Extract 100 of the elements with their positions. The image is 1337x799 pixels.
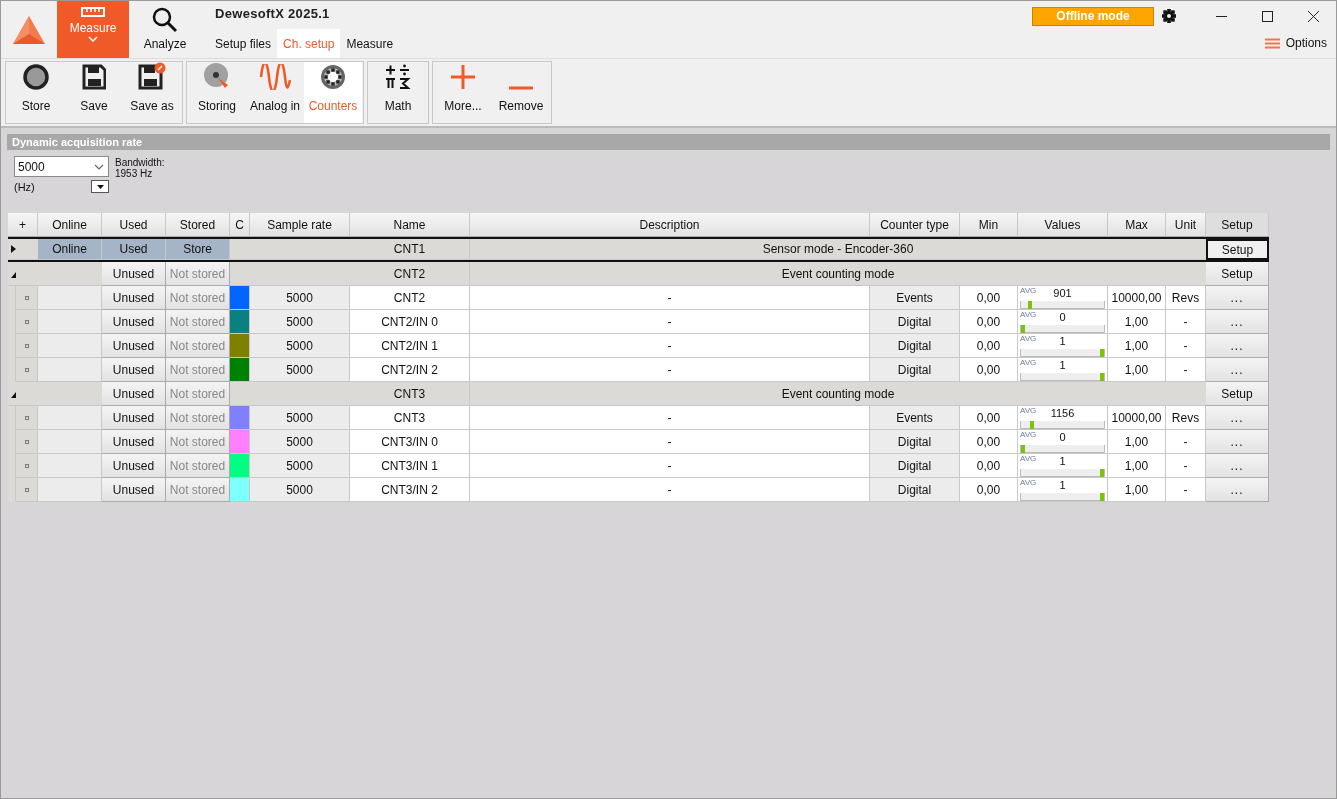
min-value: 0,00 [960,310,1018,334]
sample-rate-cell: 5000 [250,310,350,334]
group-row[interactable]: Online Used Store CNT1 Sensor mode - Encoder-360 Setup [8,237,1269,262]
color-swatch[interactable] [230,310,250,334]
column-header[interactable]: + [8,213,38,237]
tab[interactable]: Ch. setup [277,29,341,58]
maximize-icon[interactable] [1261,10,1273,22]
search-icon [152,7,178,33]
color-swatch[interactable] [230,286,250,310]
used-toggle[interactable]: Unused [102,262,166,286]
tree-node-icon [24,319,29,324]
color-swatch[interactable] [230,334,250,358]
counter-type-cell: Digital [870,310,960,334]
column-header[interactable]: Sample rate [250,213,350,237]
more-button[interactable]: ... [1206,406,1269,430]
toolbar-button[interactable]: Store [7,62,65,123]
max-value: 1,00 [1108,358,1166,382]
color-swatch[interactable] [230,454,250,478]
min-value: 0,00 [960,286,1018,310]
min-value: 0,00 [960,478,1018,502]
tree-node-icon [24,295,29,300]
stored-toggle[interactable]: Store [166,239,230,260]
column-header[interactable]: Stored [166,213,230,237]
min-value: 0,00 [960,334,1018,358]
group-row[interactable]: Unused Not stored CNT2 Event counting mode Setup [8,262,1269,286]
toolbar-button[interactable]: Math [369,62,427,123]
sample-rate-cell: 5000 [250,454,350,478]
color-swatch[interactable] [230,358,250,382]
column-header[interactable]: Description [470,213,870,237]
column-header[interactable]: Setup [1206,213,1269,237]
main-tab[interactable]: Analyze [129,1,201,58]
toolbar-button[interactable]: Remove [492,62,550,123]
channel-name: CNT3/IN 2 [350,478,470,502]
tree-node-icon [24,367,29,372]
more-button[interactable]: ... [1206,430,1269,454]
channel-name: CNT1 [350,239,470,260]
column-header[interactable]: Online [38,213,102,237]
used-toggle[interactable]: Unused [102,358,166,382]
current-value: 1 [1059,359,1066,371]
column-header[interactable]: C [230,213,250,237]
toolbar-button[interactable]: More... [434,62,492,123]
channel-name: CNT3 [350,406,470,430]
counter-type-cell: Digital [870,358,960,382]
rate-dropdown[interactable]: 5000 [14,156,109,177]
toolbar-button[interactable]: Counters [304,62,362,123]
column-header[interactable]: Min [960,213,1018,237]
close-icon[interactable] [1307,10,1319,22]
color-swatch[interactable] [230,406,250,430]
toolbar-button[interactable]: Analog in [246,62,304,123]
current-value: 901 [1053,287,1072,299]
column-header[interactable]: Counter type [870,213,960,237]
options-button[interactable]: Options [1264,36,1327,50]
tab[interactable]: Setup files [209,29,278,58]
expand-icon[interactable] [11,245,16,253]
tab[interactable]: Measure [340,29,400,58]
used-toggle[interactable]: Unused [102,286,166,310]
channel-name: CNT2/IN 0 [350,310,470,334]
used-toggle[interactable]: Unused [102,382,166,406]
menu-icon [1264,37,1280,49]
more-button[interactable]: ... [1206,358,1269,382]
channel-name: CNT2 [350,286,470,310]
more-button[interactable]: ... [1206,454,1269,478]
used-toggle[interactable]: Unused [102,478,166,502]
settings-icon [1162,9,1176,23]
setup-button[interactable]: Setup [1206,262,1269,286]
min-value: 0,00 [960,406,1018,430]
used-toggle[interactable]: Used [102,239,166,260]
column-header[interactable]: Used [102,213,166,237]
more-button[interactable]: ... [1206,310,1269,334]
unit-cell: - [1166,478,1206,502]
floppy-disk-edit-icon [138,62,166,90]
used-toggle[interactable]: Unused [102,430,166,454]
counter-type-cell: Digital [870,478,960,502]
used-toggle[interactable]: Unused [102,334,166,358]
avg-label: AVG [1020,334,1037,343]
toolbar-button[interactable]: Storing [188,62,246,123]
group-row[interactable]: Unused Not stored CNT3 Event counting mode Setup [8,382,1269,406]
min-value: 0,00 [960,430,1018,454]
sample-rate-cell: 5000 [250,286,350,310]
counter-type-cell: Digital [870,454,960,478]
counter-type-cell: Events [870,406,960,430]
setup-button[interactable]: Setup [1206,239,1269,260]
column-header[interactable]: Unit [1166,213,1206,237]
unit-label: (Hz) [14,180,35,193]
used-toggle[interactable]: Unused [102,454,166,478]
column-header[interactable]: Values [1018,213,1108,237]
unit-dropdown[interactable] [91,180,109,193]
more-button[interactable]: ... [1206,478,1269,502]
column-header[interactable]: Max [1108,213,1166,237]
column-header[interactable]: Name [350,213,470,237]
more-button[interactable]: ... [1206,286,1269,310]
toolbar-button[interactable]: Save as [123,62,181,123]
used-toggle[interactable]: Unused [102,310,166,334]
color-swatch[interactable] [230,430,250,454]
more-button[interactable]: ... [1206,334,1269,358]
color-swatch[interactable] [230,478,250,502]
used-toggle[interactable]: Unused [102,406,166,430]
setup-button[interactable]: Setup [1206,382,1269,406]
toolbar-button[interactable]: Save [65,62,123,123]
bandwidth-value: 1953 Hz [115,168,154,179]
